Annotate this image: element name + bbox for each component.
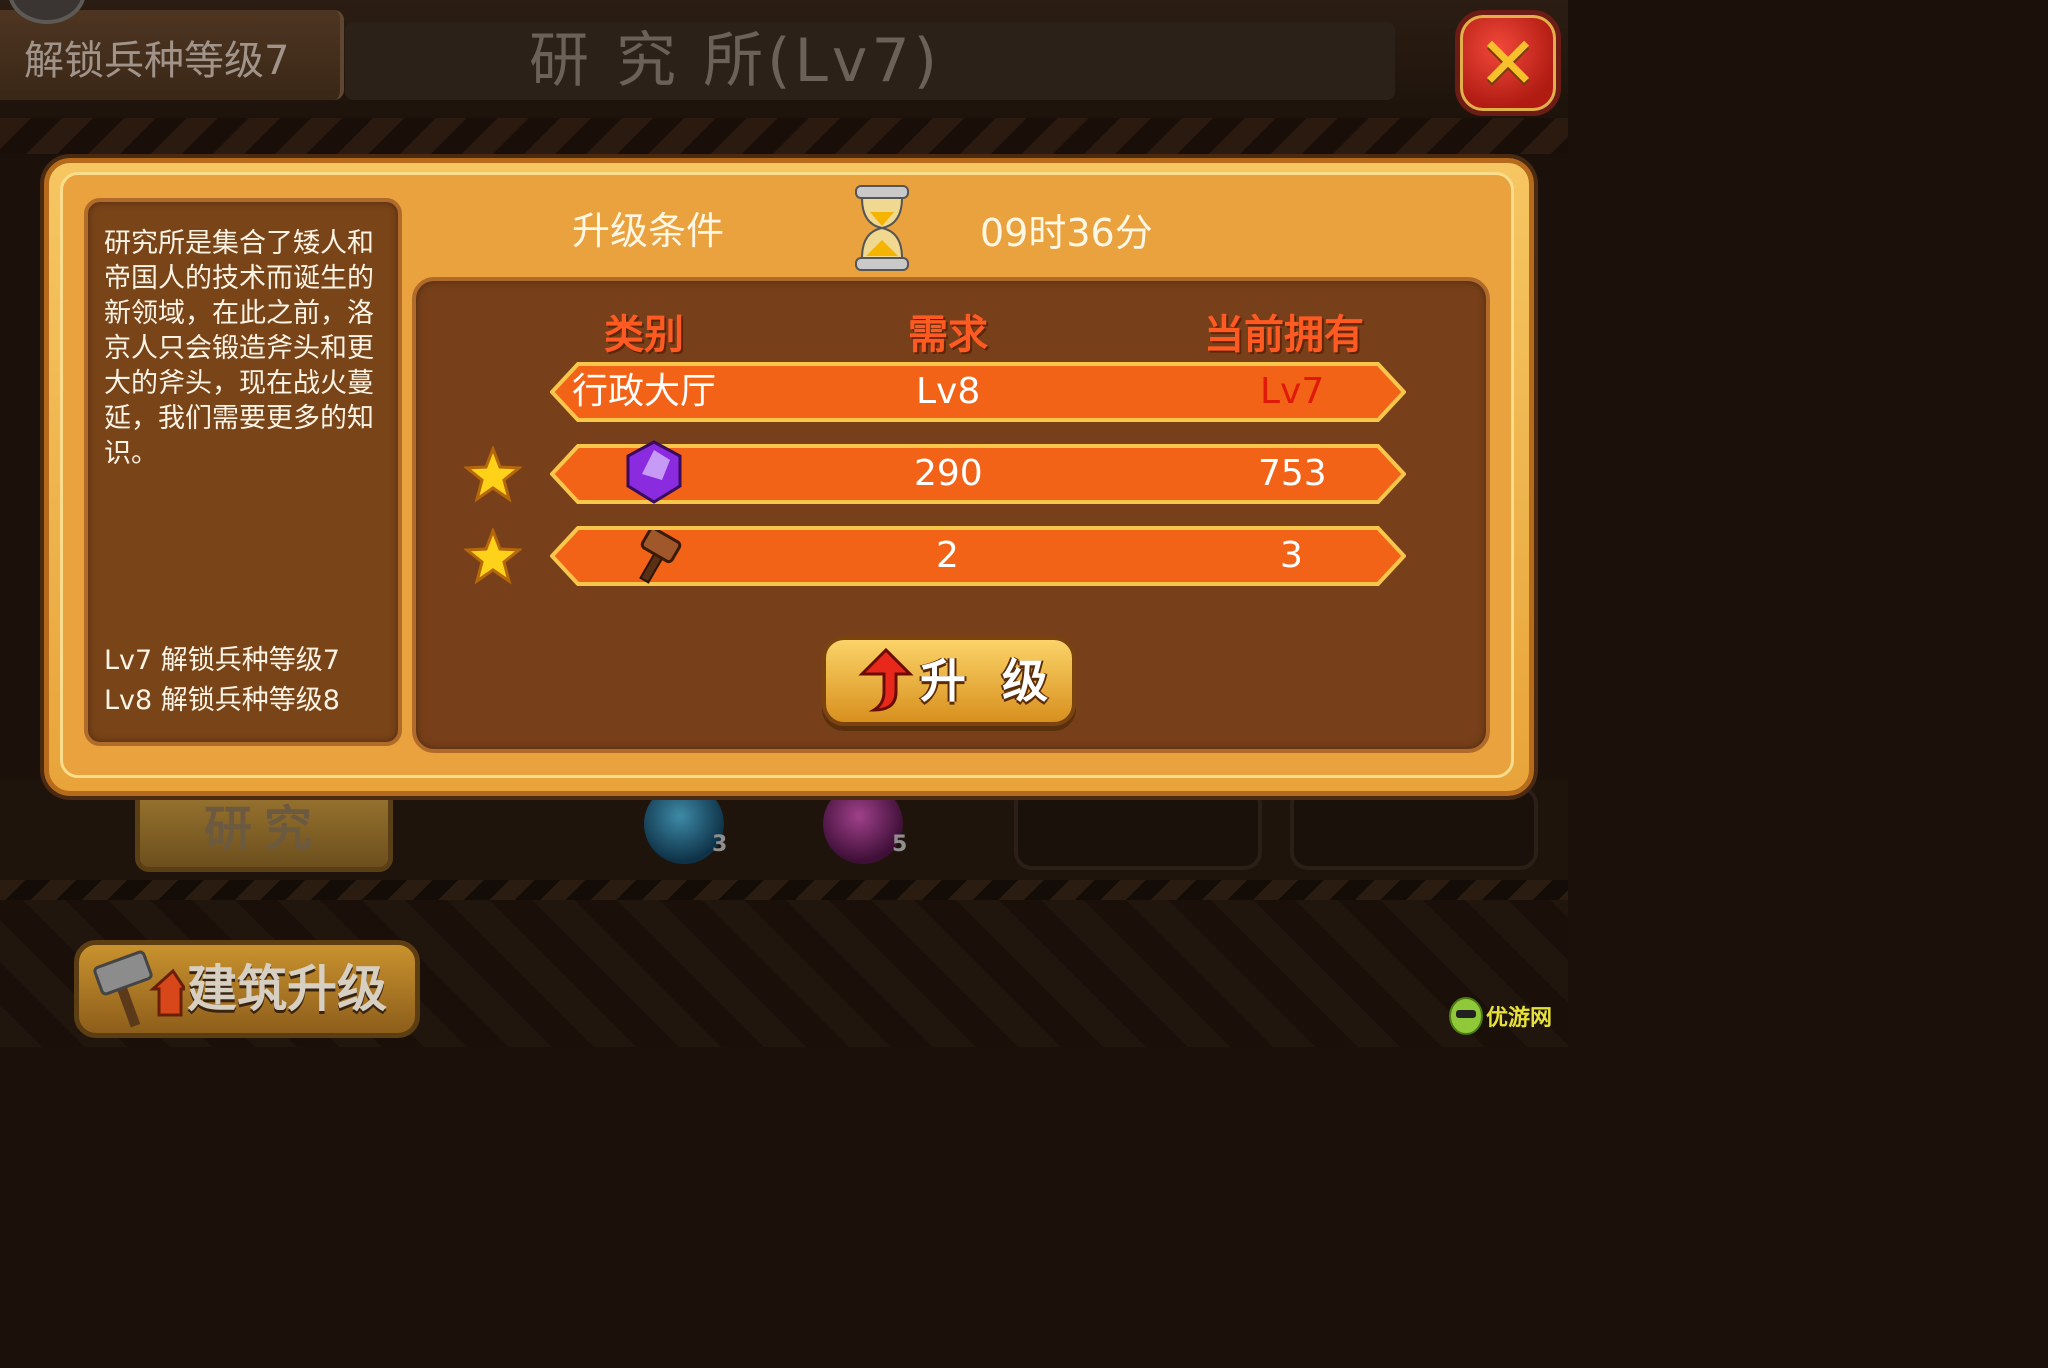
- requirement-row: 行政大厅 Lv8 Lv7: [550, 362, 1406, 422]
- upgrade-arrow-icon: [858, 648, 914, 712]
- empty-slot[interactable]: [1014, 786, 1262, 870]
- purple-gem-icon: [626, 440, 682, 504]
- row-category: 行政大厅: [572, 371, 717, 412]
- hourglass-icon: [855, 185, 909, 271]
- row-required: 290: [914, 453, 983, 494]
- page-title: 研 究 所(Lv7): [528, 26, 942, 96]
- level-unlock-line: Lv7 解锁兵种等级7: [104, 645, 340, 676]
- close-icon: ✕: [1477, 21, 1539, 105]
- column-header-owned: 当前拥有: [1204, 312, 1364, 358]
- build-upgrade-button[interactable]: 建筑升级: [74, 940, 420, 1038]
- research-tab[interactable]: 研究: [135, 786, 393, 872]
- upgrade-button-label: 升 级: [920, 654, 1059, 708]
- blue-fist-count: 3: [712, 832, 728, 857]
- upgrade-timer: 09时36分: [980, 211, 1153, 255]
- star-icon: [464, 528, 522, 585]
- purple-fist-count: 5: [892, 832, 908, 857]
- purple-fist-icon[interactable]: [823, 784, 903, 864]
- building-description: 研究所是集合了矮人和帝国人的技术而诞生的新领域，在此之前，洛京人只会锻造斧头和更…: [104, 228, 374, 469]
- level-unlock-line: Lv8 解锁兵种等级8: [104, 685, 340, 716]
- row-required: 2: [936, 535, 959, 576]
- watermark-label: 优游网: [1486, 1006, 1553, 1031]
- close-button[interactable]: ✕: [1455, 10, 1561, 116]
- row-required: Lv8: [916, 371, 981, 412]
- row-owned: 753: [1258, 453, 1327, 494]
- star-icon: [464, 446, 522, 503]
- hammer-house-icon: [93, 950, 185, 1028]
- watermark-logo: 优游网: [1448, 992, 1566, 1044]
- row-owned: Lv7: [1260, 371, 1325, 412]
- unlock-tab-label: 解锁兵种等级7: [24, 38, 290, 84]
- decorative-band: [0, 118, 1568, 154]
- requirement-row: 2 3: [550, 526, 1406, 586]
- upgrade-condition-label: 升级条件: [572, 209, 725, 253]
- requirement-row: 290 753: [550, 440, 1406, 504]
- hammer-icon: [639, 530, 682, 584]
- build-upgrade-label: 建筑升级: [187, 960, 387, 1018]
- upgrade-button[interactable]: 升 级: [822, 636, 1076, 726]
- column-header-required: 需求: [908, 312, 988, 358]
- empty-slot[interactable]: [1290, 786, 1538, 870]
- row-owned: 3: [1280, 535, 1303, 576]
- research-tab-label: 研究: [203, 801, 324, 857]
- watermark-mascot-icon: [1449, 997, 1483, 1035]
- column-header-category: 类别: [604, 312, 684, 358]
